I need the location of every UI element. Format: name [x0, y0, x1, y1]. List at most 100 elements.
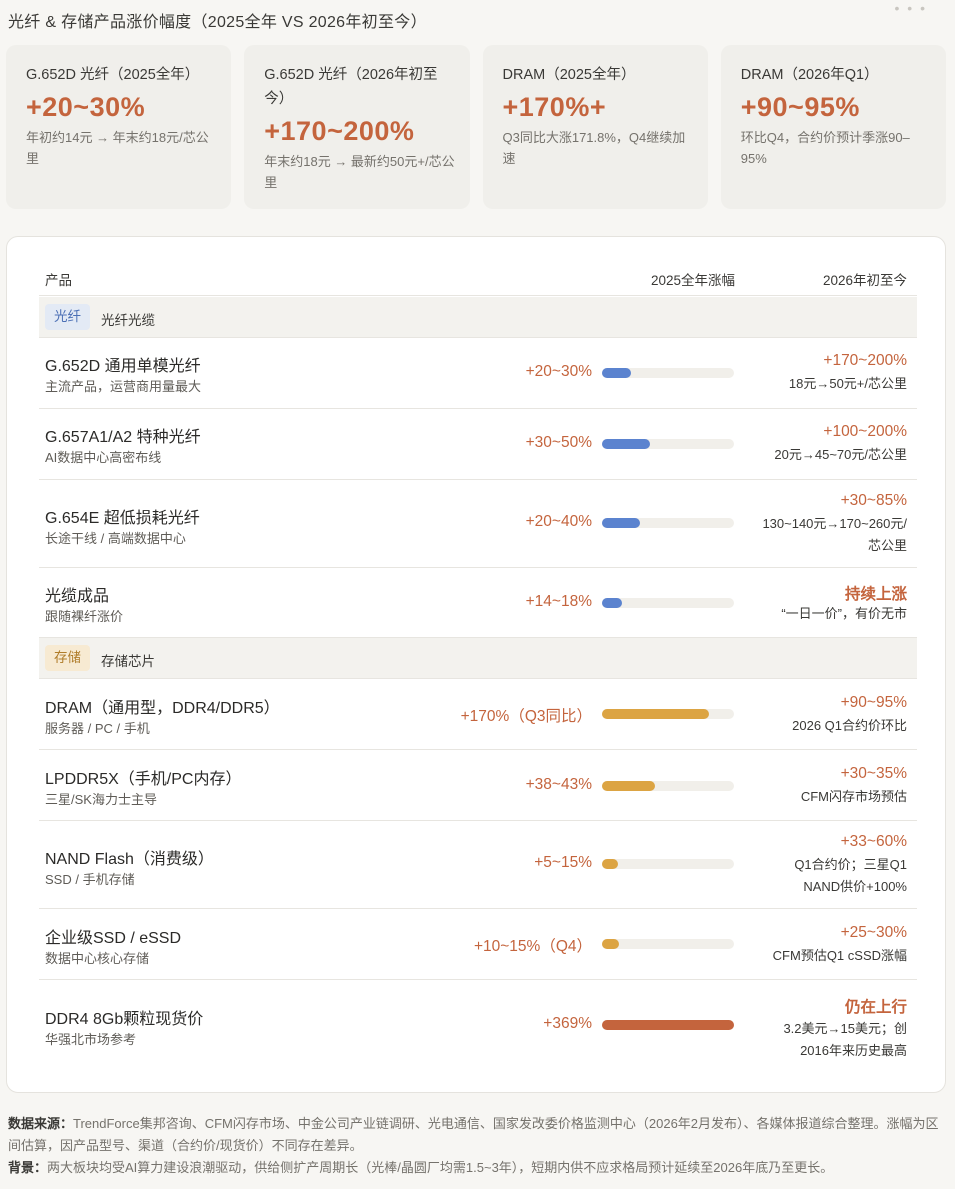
bar-track [602, 781, 734, 791]
detail-2026: “一日一价”，有价无市 [781, 606, 907, 621]
product-name: DDR4 8Gb颗粒现货价 [45, 1011, 204, 1028]
product-name: 光缆成品 [45, 588, 110, 605]
bar-track [602, 939, 734, 949]
summary-card: G.652D 光纤（2026年初至今） +170~200% 年末约18元 → 最… [244, 45, 470, 209]
bar-fill [602, 439, 650, 449]
bar-fill [602, 518, 641, 528]
background-text: 两大板块均受AI算力建设浪潮驱动，供给侧扩产周期长（光棒/晶圆厂均需1.5~3年… [47, 1160, 834, 1175]
product-name: LPDDR5X（手机/PC内存） [45, 771, 242, 788]
card-desc: Q3同比大涨171.8%，Q4继续加速 [502, 130, 686, 166]
table-row: LPDDR5X（手机/PC内存） 三星/SK海力士主导 +38~43% +30~… [39, 750, 917, 821]
product-sub: 主流产品，运营商用量最大 [45, 379, 202, 394]
product-sub: 跟随裸纤涨价 [45, 609, 124, 624]
product-name: G.654E 超低损耗光纤 [45, 510, 200, 527]
pct-2025: +170%（Q3同比） [460, 708, 592, 725]
bar-track [602, 368, 734, 378]
card-title: DRAM（2026年Q1） [740, 67, 879, 83]
section-tag: 存储 [45, 645, 90, 671]
detail-2026: CFM预估Q1 cSSD涨幅 [772, 948, 907, 963]
card-title: G.652D 光纤（2025全年） [26, 67, 200, 83]
card-value: +90~95% [740, 92, 860, 122]
bar-fill [602, 598, 622, 608]
detail-2026: 3.2美元→15美元；创2016年来历史最高 [783, 1021, 907, 1058]
pct-2026: 仍在上行 [844, 999, 907, 1016]
table-row: DRAM（通用型，DDR4/DDR5） 服务器 / PC / 手机 +170%（… [39, 679, 917, 750]
table-row: 光缆成品 跟随裸纤涨价 +14~18% 持续上涨 “一日一价”，有价无市 [39, 568, 917, 638]
table-row: G.652D 通用单模光纤 主流产品，运营商用量最大 +20~30% +170~… [39, 338, 917, 409]
background-label: 背景： [8, 1160, 48, 1175]
pct-2025: +369% [543, 1015, 592, 1032]
background-note: 背景：两大板块均受AI算力建设浪潮驱动，供给侧扩产周期长（光棒/晶圆厂均需1.5… [8, 1157, 948, 1179]
detail-2026: CFM闪存市场预估 [800, 789, 907, 804]
table-row: NAND Flash（消费级） SSD / 手机存储 +5~15% +33~60… [39, 821, 917, 909]
pct-2026: +33~60% [840, 833, 907, 850]
product-name: G.652D 通用单模光纤 [45, 358, 201, 375]
pct-2026: +30~85% [840, 492, 907, 509]
pct-2025: +30~50% [525, 434, 592, 451]
card-desc: 年末约18元 → 最新约50元+/芯公里 [264, 154, 455, 190]
pct-2026: +25~30% [840, 924, 907, 941]
section-label: 存储芯片 [101, 654, 155, 669]
section-storage: 存储 存储芯片 [39, 638, 917, 679]
card-value: +170%+ [502, 92, 607, 122]
more-options-icon[interactable]: • • • [895, 0, 927, 16]
pct-2025: +10~15%（Q4） [473, 938, 592, 955]
table-row: G.657A1/A2 特种光纤 AI数据中心高密布线 +30~50% +100~… [39, 409, 917, 480]
table-header: 产品 2025全年涨幅 2026年初至今 [39, 269, 917, 296]
summary-card: DRAM（2025全年） +170%+ Q3同比大涨171.8%，Q4继续加速 [482, 45, 708, 209]
bar-fill [602, 368, 632, 378]
pct-2025: +20~30% [525, 363, 592, 380]
table-row: G.654E 超低损耗光纤 长途干线 / 高端数据中心 +20~40% +30~… [39, 480, 917, 568]
card-desc: 年初约14元 → 年末约18元/芯公里 [26, 130, 209, 166]
pct-2026: +170~200% [823, 352, 907, 369]
pct-2026: +30~35% [840, 765, 907, 782]
detail-2026: Q1合约价；三星Q1 NAND供价+100% [794, 857, 907, 894]
source-text: TrendForce集邦咨询、CFM闪存市场、中金公司产业链调研、光电通信、国家… [8, 1116, 939, 1153]
header-product: 产品 [45, 273, 72, 288]
product-sub: 服务器 / PC / 手机 [45, 721, 150, 736]
bar-fill [602, 1020, 734, 1030]
summary-cards: G.652D 光纤（2025全年） +20~30% 年初约14元 → 年末约18… [6, 45, 946, 209]
page-title: 光纤 & 存储产品涨价幅度（2025全年 VS 2026年初至今） [8, 14, 427, 31]
source-note: 数据来源：TrendForce集邦咨询、CFM闪存市场、中金公司产业链调研、光电… [8, 1113, 948, 1157]
product-sub: AI数据中心高密布线 [45, 450, 162, 465]
pct-2025: +14~18% [525, 593, 592, 610]
section-label: 光纤光缆 [101, 313, 155, 328]
card-value: +170~200% [264, 116, 415, 146]
summary-card: G.652D 光纤（2025全年） +20~30% 年初约14元 → 年末约18… [6, 45, 232, 209]
product-name: G.657A1/A2 特种光纤 [45, 429, 201, 446]
bar-track [602, 518, 734, 528]
card-title: G.652D 光纤（2026年初至今） [264, 67, 438, 107]
header-2025: 2025全年涨幅 [650, 273, 735, 288]
pct-2025: +38~43% [525, 776, 592, 793]
product-name: NAND Flash（消费级） [45, 851, 214, 868]
footnotes: 数据来源：TrendForce集邦咨询、CFM闪存市场、中金公司产业链调研、光电… [8, 1113, 948, 1179]
pct-2026: +90~95% [840, 694, 907, 711]
card-desc: 环比Q4，合约价预计季涨90–95% [740, 130, 910, 166]
section-tag: 光纤 [45, 304, 90, 330]
product-name: DRAM（通用型，DDR4/DDR5） [45, 700, 280, 717]
card-value: +20~30% [26, 92, 146, 122]
bar-fill [602, 859, 618, 869]
summary-card: DRAM（2026年Q1） +90~95% 环比Q4，合约价预计季涨90–95% [720, 45, 946, 209]
detail-2026: 2026 Q1合约价环比 [792, 718, 907, 733]
product-name: 企业级SSD / eSSD [45, 930, 182, 947]
product-sub: SSD / 手机存储 [45, 872, 135, 887]
detail-2026: 20元→45~70元/芯公里 [774, 447, 907, 462]
bar-track [602, 598, 734, 608]
bar-track [602, 1020, 734, 1030]
product-sub: 长途干线 / 高端数据中心 [45, 531, 186, 546]
header-2026: 2026年初至今 [822, 273, 907, 288]
product-sub: 三星/SK海力士主导 [45, 792, 157, 807]
table-row: 企业级SSD / eSSD 数据中心核心存储 +10~15%（Q4） +25~3… [39, 909, 917, 980]
bar-fill [602, 781, 655, 791]
table-row: DDR4 8Gb颗粒现货价 华强北市场参考 +369% 仍在上行 3.2美元→1… [39, 980, 917, 1070]
price-table: 产品 2025全年涨幅 2026年初至今 光纤 光纤光缆 G.652D 通用单模… [6, 236, 946, 1093]
bar-fill [602, 709, 709, 719]
bar-fill [602, 939, 620, 949]
product-sub: 数据中心核心存储 [45, 951, 150, 966]
pct-2025: +5~15% [534, 854, 592, 871]
bar-track [602, 439, 734, 449]
detail-2026: 18元→50元+/芯公里 [788, 376, 907, 391]
section-fiber: 光纤 光纤光缆 [39, 297, 917, 338]
